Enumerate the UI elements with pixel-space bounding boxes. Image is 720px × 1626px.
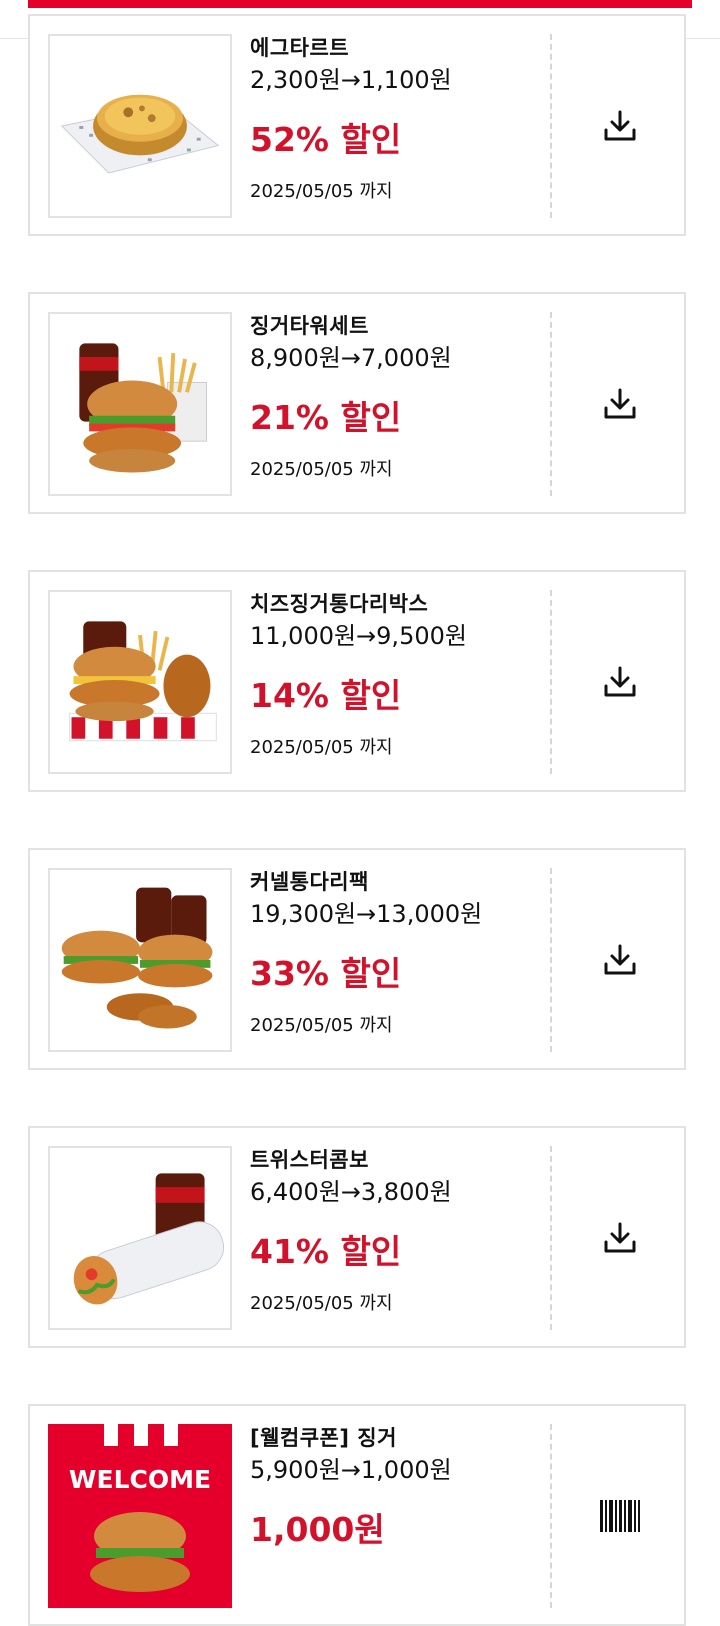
barcode-icon xyxy=(600,1500,640,1532)
coupon-price: 5,900원→1,000원 xyxy=(250,1456,452,1484)
welcome-text: WELCOME xyxy=(69,1465,211,1494)
download-coupon-button[interactable] xyxy=(590,374,650,434)
coupon-card[interactable]: 징거타워세트 8,900원→7,000원 21% 할인 2025/05/05 까… xyxy=(28,292,686,514)
cheese-zinger-box-image xyxy=(48,590,232,774)
coupon-price: 11,000원→9,500원 xyxy=(250,622,467,650)
download-icon xyxy=(604,944,636,975)
coupon-expiry: 2025/05/05 까지 xyxy=(250,181,393,202)
coupon-expiry: 2025/05/05 까지 xyxy=(250,1015,393,1036)
download-icon xyxy=(604,110,636,141)
coupon-price: 2,300원→1,100원 xyxy=(250,66,452,94)
dashed-divider xyxy=(550,868,552,1052)
download-coupon-button[interactable] xyxy=(590,652,650,712)
egg-tart-image xyxy=(48,34,232,218)
download-icon xyxy=(604,1222,636,1253)
coupon-card[interactable]: WELCOME [웰컴쿠폰] 징거 5,900원→1,000원 1,000원 xyxy=(28,1404,686,1626)
coupon-discount: 1,000원 xyxy=(250,1510,385,1549)
dashed-divider xyxy=(550,1146,552,1330)
download-coupon-button[interactable] xyxy=(590,96,650,156)
dashed-divider xyxy=(550,1424,552,1608)
download-icon xyxy=(604,388,636,419)
coupon-price: 6,400원→3,800원 xyxy=(250,1178,452,1206)
colonel-pack-image xyxy=(48,868,232,1052)
coupon-price: 19,300원→13,000원 xyxy=(250,900,483,928)
dashed-divider xyxy=(550,34,552,218)
download-coupon-button[interactable] xyxy=(590,930,650,990)
zinger-tower-set-image xyxy=(48,312,232,496)
dashed-divider xyxy=(550,590,552,774)
coupon-name: 커넬통다리팩 xyxy=(250,870,369,894)
dashed-divider xyxy=(550,312,552,496)
coupon-discount: 52% 할인 xyxy=(250,120,402,159)
coupon-name: 징거타워세트 xyxy=(250,314,369,338)
welcome-zinger-image: WELCOME xyxy=(48,1424,232,1608)
coupon-price: 8,900원→7,000원 xyxy=(250,344,452,372)
coupon-discount: 14% 할인 xyxy=(250,676,402,715)
coupon-expiry: 2025/05/05 까지 xyxy=(250,1293,393,1314)
coupon-card[interactable]: 트위스터콤보 6,400원→3,800원 41% 할인 2025/05/05 까… xyxy=(28,1126,686,1348)
coupon-discount: 41% 할인 xyxy=(250,1232,402,1271)
coupon-name: [웰컴쿠폰] 징거 xyxy=(250,1426,397,1450)
coupon-name: 에그타르트 xyxy=(250,36,350,60)
header-accent-stripe xyxy=(28,0,692,8)
coupon-name: 치즈징거통다리박스 xyxy=(250,592,429,616)
coupon-expiry: 2025/05/05 까지 xyxy=(250,459,393,480)
coupon-card[interactable]: 커넬통다리팩 19,300원→13,000원 33% 할인 2025/05/05… xyxy=(28,848,686,1070)
coupon-card[interactable]: 에그타르트 2,300원→1,100원 52% 할인 2025/05/05 까지 xyxy=(28,14,686,236)
coupon-discount: 33% 할인 xyxy=(250,954,402,993)
barcode-coupon-button[interactable] xyxy=(590,1486,650,1546)
download-coupon-button[interactable] xyxy=(590,1208,650,1268)
coupon-discount: 21% 할인 xyxy=(250,398,402,437)
coupon-name: 트위스터콤보 xyxy=(250,1148,369,1172)
coupon-expiry: 2025/05/05 까지 xyxy=(250,737,393,758)
download-icon xyxy=(604,666,636,697)
coupon-card[interactable]: 치즈징거통다리박스 11,000원→9,500원 14% 할인 2025/05/… xyxy=(28,570,686,792)
twister-combo-image xyxy=(48,1146,232,1330)
